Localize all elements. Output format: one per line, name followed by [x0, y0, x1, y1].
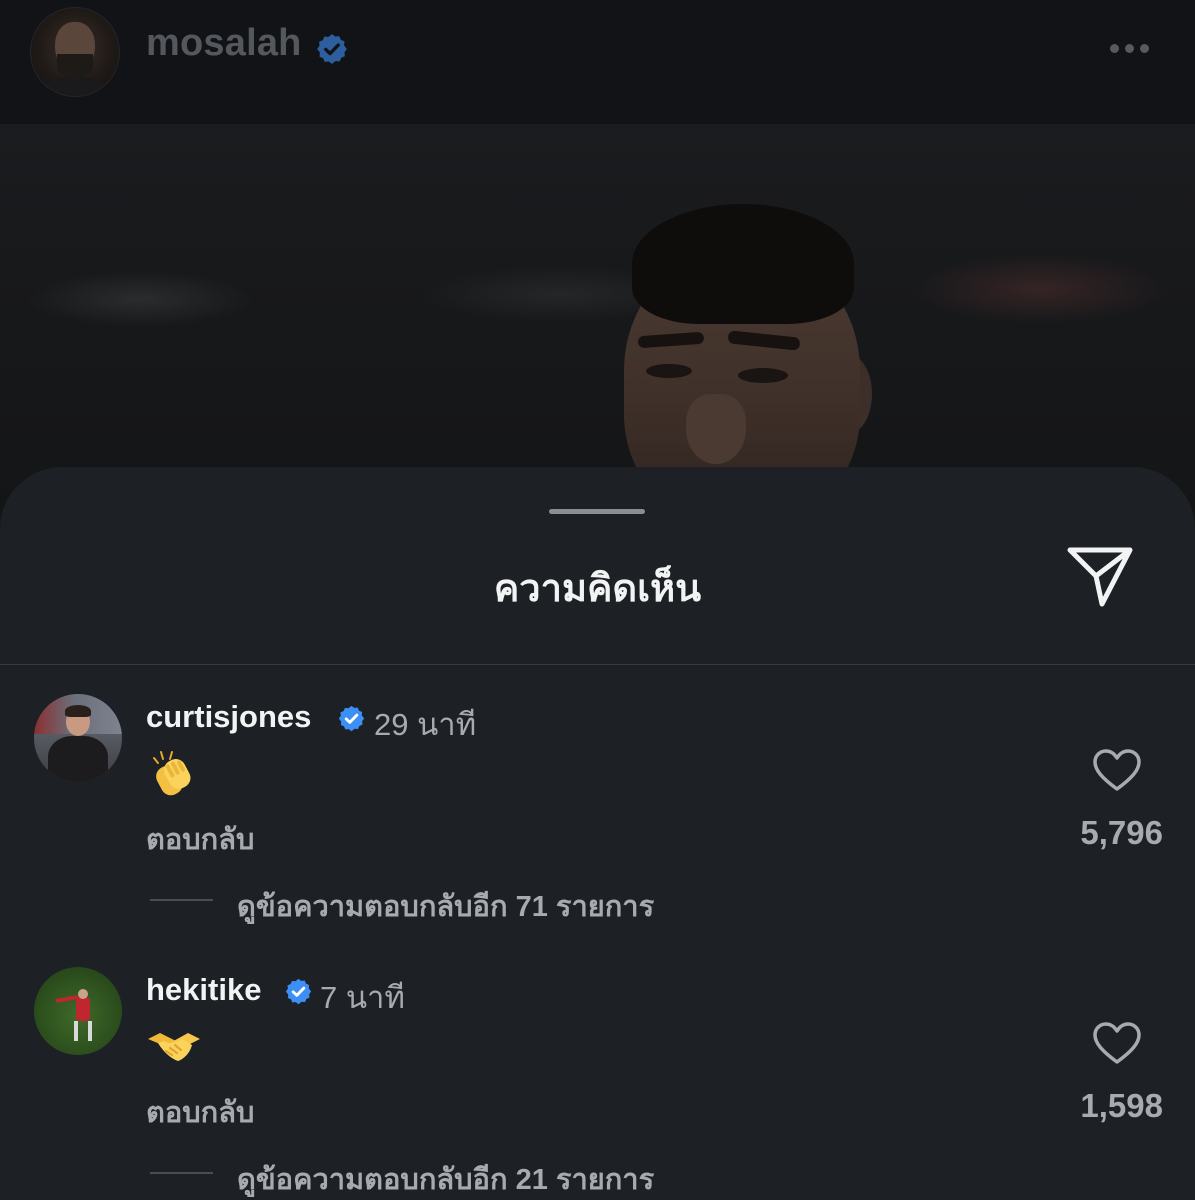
- verified-badge-icon: [338, 705, 365, 732]
- replies-line: [150, 899, 213, 901]
- commenter-avatar[interactable]: [34, 694, 122, 782]
- clapping-hands-emoji-icon: [153, 751, 191, 796]
- like-count: 1,598: [1080, 1087, 1163, 1124]
- drag-handle[interactable]: [549, 509, 645, 514]
- comment-item: curtisjones 29 นาที ตอบกลับ 5,796 ดูข้อค…: [0, 694, 1195, 964]
- screen: mosalah ความคิดเห็น curtisjones 29 นาที …: [0, 0, 1195, 1200]
- comments-sheet: ความคิดเห็น curtisjones 29 นาที ตอบกลับ …: [0, 467, 1195, 1200]
- post-header: mosalah: [0, 0, 1195, 124]
- commenter-avatar[interactable]: [34, 967, 122, 1055]
- commenter-username[interactable]: hekitike: [146, 972, 261, 1008]
- sheet-title: ความคิดเห็น: [493, 568, 702, 610]
- post-author-avatar[interactable]: [30, 7, 120, 97]
- comment-time: 29 นาที: [374, 707, 477, 742]
- like-count: 5,796: [1080, 814, 1163, 851]
- handshake-emoji-icon: [148, 1033, 200, 1061]
- comment-time: 7 นาที: [320, 980, 405, 1015]
- more-options-icon[interactable]: [1110, 40, 1160, 58]
- heart-icon[interactable]: [1092, 1021, 1142, 1065]
- post-photo: [0, 124, 1195, 554]
- reply-button[interactable]: ตอบกลับ: [146, 1089, 254, 1135]
- verified-badge-icon: [285, 978, 312, 1005]
- comment-item: hekitike 7 นาที ตอบกลับ 1,598 ดูข้อความต…: [0, 967, 1195, 1200]
- view-replies-button[interactable]: ดูข้อความตอบกลับอีก 21 รายการ: [237, 1156, 654, 1200]
- verified-badge-icon: [317, 34, 347, 64]
- heart-icon[interactable]: [1092, 748, 1142, 792]
- commenter-username[interactable]: curtisjones: [146, 699, 311, 735]
- replies-line: [150, 1172, 213, 1174]
- view-replies-button[interactable]: ดูข้อความตอบกลับอีก 71 รายการ: [237, 883, 654, 929]
- sheet-divider: [0, 664, 1195, 665]
- reply-button[interactable]: ตอบกลับ: [146, 816, 254, 862]
- send-icon[interactable]: [1066, 546, 1134, 608]
- post-author-username[interactable]: mosalah: [146, 22, 302, 65]
